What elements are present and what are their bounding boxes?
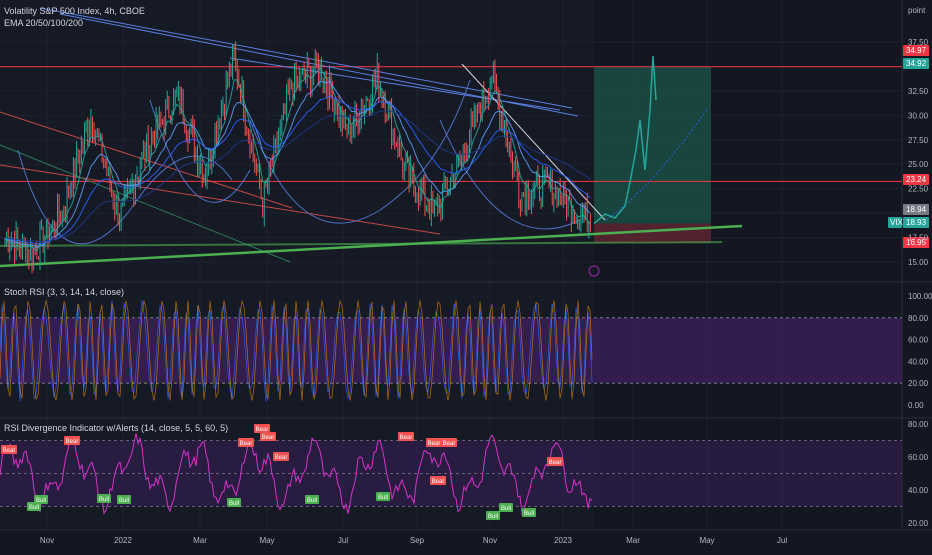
chart-stage: Bear Bear Bear Bear Bear Bear Bear Bear Bear Bear… [0, 0, 932, 550]
bear-label: Bear [441, 438, 457, 447]
price-tick-label: 30.00 [908, 111, 929, 120]
bear-label-text: Bear [443, 441, 456, 447]
time-tick-label: Jul [338, 536, 348, 545]
price-tick-label: 27.50 [908, 136, 929, 145]
price-tag-text: 23.24 [906, 175, 927, 184]
price-tag: 18.94 [903, 204, 929, 215]
price-tick-label: 22.50 [908, 185, 929, 194]
bull-label: Bull [117, 495, 131, 504]
bear-label: Bear [64, 436, 80, 445]
bull-label-text: Bull [524, 511, 534, 517]
bull-label: Bull [499, 503, 513, 512]
rsi-tick-label: 80.00 [908, 420, 929, 429]
rsi-tick-label: 20.00 [908, 519, 929, 528]
bull-label: Bull [376, 492, 390, 501]
stoch-tick-label: 80.00 [908, 314, 929, 323]
bull-label: Bull [486, 511, 500, 520]
price-axis-title: point [908, 6, 926, 15]
price-tick-label: 32.50 [908, 87, 929, 96]
time-tick-label: Mar [193, 536, 207, 545]
bull-label: Bull [522, 508, 536, 517]
rsi-tick-label: 40.00 [908, 486, 929, 495]
bull-label-text: Bull [488, 514, 498, 520]
price-tag-text: 34.97 [906, 46, 927, 55]
time-tick-label: May [699, 536, 714, 545]
price-tick-label: 15.00 [908, 258, 929, 267]
time-tick-label: 2022 [114, 536, 132, 545]
stoch-tick-label: 0.00 [908, 401, 924, 410]
time-tick-label: 2023 [554, 536, 572, 545]
bear-label-text: Bear [549, 460, 562, 466]
bear-label: Bear [254, 424, 270, 433]
price-tag: 34.92 [903, 58, 929, 69]
stoch-tick-label: 20.00 [908, 379, 929, 388]
bear-label: Bear [426, 438, 442, 447]
price-tick-label: 17.50 [908, 234, 929, 243]
price-tag: 23.24 [903, 174, 929, 185]
bear-label: Bear [1, 445, 17, 454]
bull-label-text: Bull [29, 505, 39, 511]
rsi-tick-label: 60.00 [908, 453, 929, 462]
vix-badge-text: VIX [890, 218, 904, 227]
stoch-rsi-legend[interactable]: Stoch RSI (3, 3, 14, 14, close) [4, 287, 124, 297]
chart-canvas: BearBear BearBearBearBearBearBear BearBear… [0, 0, 932, 550]
stoch-tick-label: 60.00 [908, 336, 929, 345]
price-tag-text: 18.94 [906, 205, 927, 214]
time-tick-label: Jul [777, 536, 787, 545]
bear-label: Bear [430, 476, 446, 485]
bull-label-text: Bull [307, 498, 317, 504]
time-tick-label: Sep [410, 536, 425, 545]
price-tick-label: 37.50 [908, 38, 929, 47]
bear-label-text: Bear [400, 435, 413, 441]
bull-label-text: Bull [378, 495, 388, 501]
bull-label-text: Bull [36, 498, 46, 504]
price-tick-label: 25.00 [908, 160, 929, 169]
bear-label-text: Bear [432, 479, 445, 485]
bear-label: Bear [260, 432, 276, 441]
bear-label-text: Bear [66, 439, 79, 445]
bear-label-text: Bear [275, 455, 288, 461]
bull-label-text: Bull [229, 501, 239, 507]
bear-label: Bear [238, 438, 254, 447]
bear-label: Bear [547, 457, 563, 466]
time-tick-label: May [259, 536, 274, 545]
bull-label: Bull [305, 495, 319, 504]
ema-legend[interactable]: EMA 20/50/100/200 [4, 18, 83, 28]
stoch-tick-label: 100.00 [908, 292, 932, 301]
time-tick-label: Nov [40, 536, 54, 545]
symbol-title[interactable]: Volatility S&P 500 Index, 4h, CBOE [4, 6, 145, 16]
bull-label: Bull [34, 495, 48, 504]
time-tick-label: Mar [626, 536, 640, 545]
vix-badge: VIX [888, 217, 904, 228]
bull-label-text: Bull [119, 498, 129, 504]
bear-label-text: Bear [262, 435, 275, 441]
bear-label: Bear [273, 452, 289, 461]
price-tag: 18.93 [903, 217, 929, 228]
stoch-tick-label: 40.00 [908, 357, 929, 366]
rsi-divergence-legend[interactable]: RSI Divergence Indicator w/Alerts (14, c… [4, 423, 228, 433]
bear-label-text: Bear [240, 441, 253, 447]
time-tick-label: Nov [483, 536, 497, 545]
bull-label: Bull [97, 494, 111, 503]
bear-label-text: Bear [3, 448, 16, 454]
bull-label-text: Bull [501, 506, 511, 512]
price-tag-text: 34.92 [906, 59, 927, 68]
price-tag-text: 18.93 [906, 218, 927, 227]
bear-label: Bear [398, 432, 414, 441]
target-zone [594, 66, 711, 224]
bear-label-text: Bear [428, 441, 441, 447]
bull-label-text: Bull [99, 497, 109, 503]
bull-label: Bull [227, 498, 241, 507]
